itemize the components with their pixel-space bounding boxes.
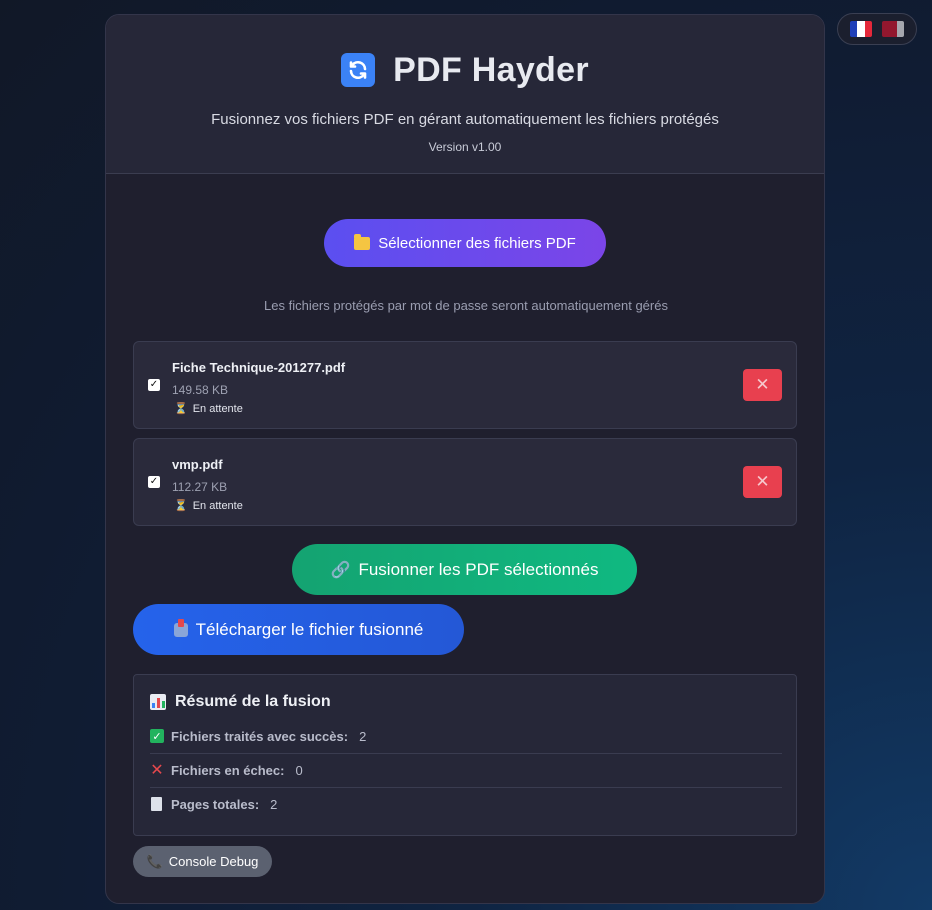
summary-row-pages: Pages totales: 2: [150, 787, 782, 821]
debug-console-label: Console Debug: [168, 854, 259, 869]
refresh-icon: [341, 53, 376, 87]
remove-file-button[interactable]: ✕: [743, 369, 782, 401]
select-files-button[interactable]: Sélectionner des fichiers PDF: [324, 219, 606, 267]
summary-failed-label: Fichiers en échec:: [171, 762, 285, 778]
hourglass-icon: ⏳: [174, 403, 188, 415]
merge-button[interactable]: 🔗 Fusionner les PDF sélectionnés: [292, 544, 637, 595]
app-version: Version v1.00: [428, 140, 502, 154]
summary-pages-value: 2: [270, 796, 278, 812]
merge-summary: Résumé de la fusion ✓ Fichiers traités a…: [133, 674, 797, 836]
link-icon: 🔗: [330, 561, 351, 579]
summary-row-success: ✓ Fichiers traités avec succès: 2: [150, 719, 782, 754]
merge-button-label: Fusionner les PDF sélectionnés: [358, 559, 599, 579]
hourglass-icon: ⏳: [174, 500, 188, 512]
file-status: ⏳ En attente: [174, 402, 243, 416]
summary-failed-value: 0: [295, 762, 303, 778]
select-files-label: Sélectionner des fichiers PDF: [378, 234, 576, 252]
folder-icon: [354, 233, 371, 250]
file-checkbox[interactable]: ✓: [148, 379, 160, 391]
file-checkbox[interactable]: ✓: [148, 476, 160, 488]
summary-title-text: Résumé de la fusion: [175, 693, 331, 710]
app-title: PDF Hayder: [393, 50, 589, 89]
phone-icon: 📞: [146, 853, 163, 869]
bar-chart-icon: [150, 694, 166, 710]
file-name: vmp.pdf: [172, 457, 223, 472]
summary-success-label: Fichiers traités avec succès:: [171, 728, 349, 744]
page-icon: [151, 797, 162, 811]
file-item: ✓ Fiche Technique-201277.pdf 149.58 KB ⏳…: [133, 341, 797, 429]
file-item: ✓ vmp.pdf 112.27 KB ⏳ En attente ✕: [133, 438, 797, 526]
file-name: Fiche Technique-201277.pdf: [172, 360, 346, 375]
summary-success-value: 2: [359, 728, 367, 744]
summary-row-failed: ✕ Fichiers en échec: 0: [150, 753, 782, 788]
password-hint: Les fichiers protégés par mot de passe s…: [264, 298, 668, 313]
alternate-language-flag-icon[interactable]: [882, 21, 904, 37]
cross-icon: ✕: [150, 762, 164, 779]
debug-console-button[interactable]: 📞 Console Debug: [133, 846, 272, 877]
file-size: 149.58 KB: [172, 383, 229, 397]
download-button[interactable]: Télécharger le fichier fusionné: [133, 604, 464, 655]
app-subtitle: Fusionnez vos fichiers PDF en gérant aut…: [211, 111, 719, 128]
file-status-text: En attente: [192, 499, 243, 512]
check-icon: ✓: [150, 729, 164, 743]
download-tray-icon: [173, 618, 188, 637]
remove-file-button[interactable]: ✕: [743, 466, 782, 498]
main-card: PDF Hayder Fusionnez vos fichiers PDF en…: [105, 14, 825, 904]
download-button-label: Télécharger le fichier fusionné: [195, 619, 424, 639]
file-size: 112.27 KB: [172, 480, 228, 494]
file-status-text: En attente: [192, 402, 243, 415]
app-header: PDF Hayder Fusionnez vos fichiers PDF en…: [106, 15, 824, 174]
language-switcher: [837, 13, 917, 45]
summary-pages-label: Pages totales:: [171, 796, 260, 812]
file-status: ⏳ En attente: [174, 499, 243, 513]
summary-title: Résumé de la fusion: [150, 693, 331, 711]
french-flag-icon[interactable]: [850, 21, 872, 37]
